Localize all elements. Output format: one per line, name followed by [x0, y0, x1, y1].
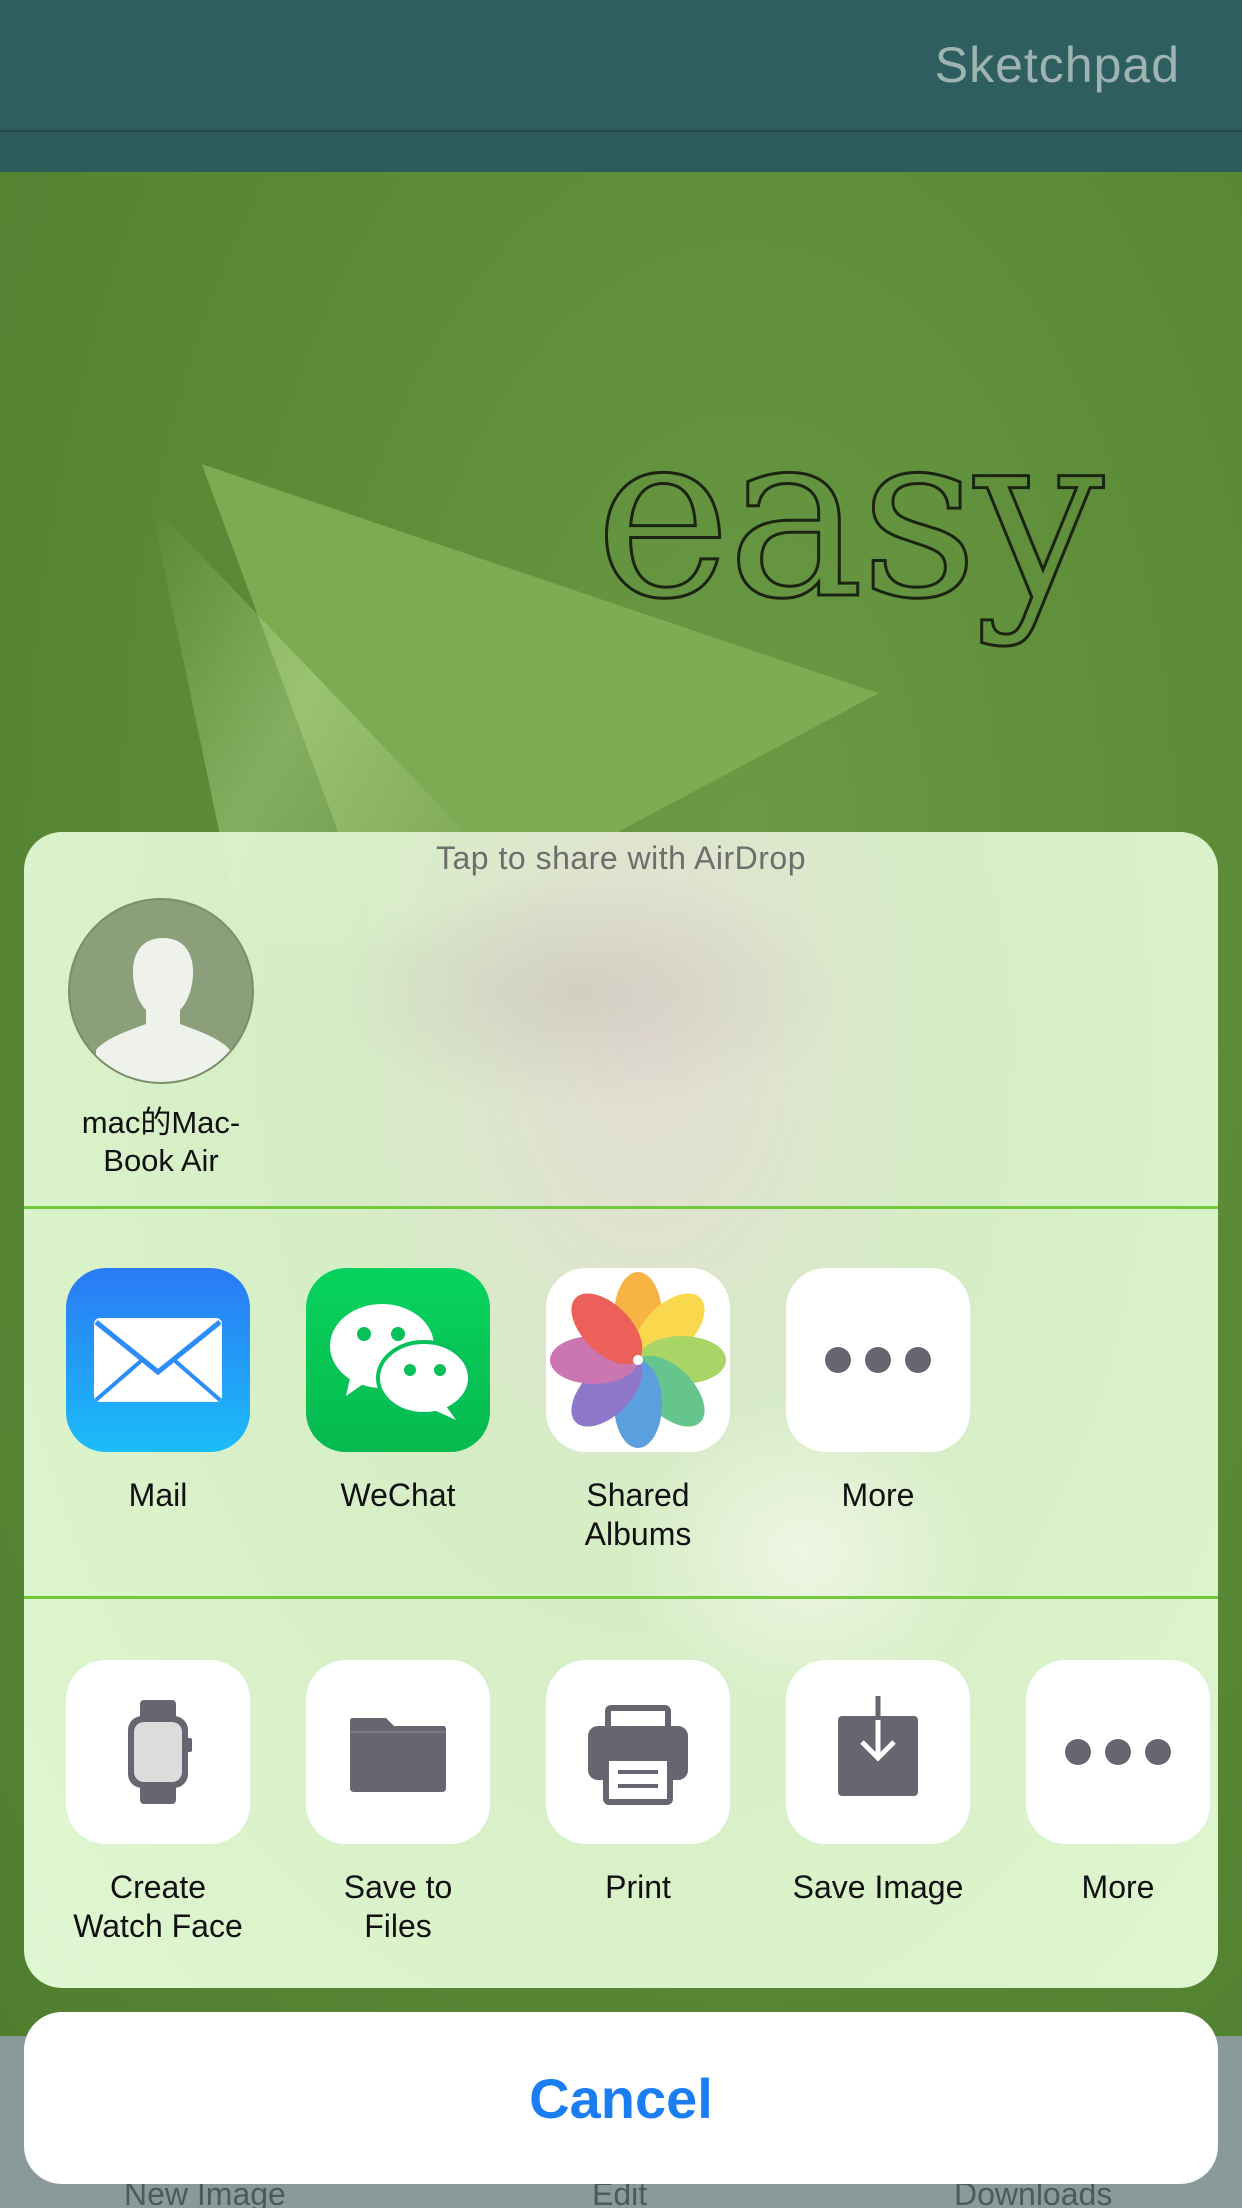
- more-icon: [1026, 1660, 1210, 1844]
- action-label: Create Watch Face: [73, 1869, 243, 1944]
- share-app-shared-albums[interactable]: Shared Albums: [546, 1268, 730, 1554]
- section-divider: [24, 1596, 1218, 1599]
- share-app-label: WeChat: [340, 1477, 456, 1513]
- action-save-to-files[interactable]: Save to Files: [306, 1660, 490, 1946]
- action-label: More: [1081, 1869, 1155, 1905]
- section-divider: [24, 1206, 1218, 1209]
- share-app-label: Shared Albums: [584, 1477, 692, 1552]
- wechat-icon: [306, 1268, 490, 1452]
- download-icon: [786, 1660, 970, 1844]
- folder-icon: [306, 1660, 490, 1844]
- action-save-image[interactable]: Save Image: [786, 1660, 970, 1907]
- share-app-label: Mail: [128, 1477, 188, 1513]
- action-label: Save to Files: [343, 1869, 453, 1944]
- share-app-label: More: [841, 1477, 915, 1513]
- cancel-label: Cancel: [529, 2066, 713, 2130]
- share-sheet: Tap to share with AirDrop mac的Mac- Book …: [24, 832, 1218, 1988]
- nav-bar-strip: [0, 132, 1242, 172]
- share-app-mail[interactable]: Mail: [66, 1268, 250, 1515]
- action-create-watch-face[interactable]: Create Watch Face: [66, 1660, 250, 1946]
- artwork-text: easy: [593, 383, 1105, 650]
- share-app-wechat[interactable]: WeChat: [306, 1268, 490, 1515]
- printer-icon: [546, 1660, 730, 1844]
- mail-icon: [66, 1268, 250, 1452]
- airdrop-device[interactable]: mac的Mac- Book Air: [66, 898, 256, 1180]
- airdrop-hint: Tap to share with AirDrop: [436, 840, 806, 876]
- cancel-button[interactable]: Cancel: [24, 2012, 1218, 2184]
- airdrop-device-name: mac的Mac- Book Air: [81, 1105, 241, 1178]
- photos-icon: [546, 1268, 730, 1452]
- action-more[interactable]: More: [1026, 1660, 1210, 1907]
- more-icon: [786, 1268, 970, 1452]
- action-print[interactable]: Print: [546, 1660, 730, 1907]
- action-label: Print: [605, 1869, 671, 1905]
- person-avatar-icon: [68, 898, 254, 1084]
- watch-icon: [66, 1660, 250, 1844]
- app-title: Sketchpad: [934, 37, 1180, 93]
- navigation-bar: Sketchpad: [0, 0, 1242, 132]
- share-app-more[interactable]: More: [786, 1268, 970, 1515]
- action-label: Save Image: [792, 1869, 964, 1905]
